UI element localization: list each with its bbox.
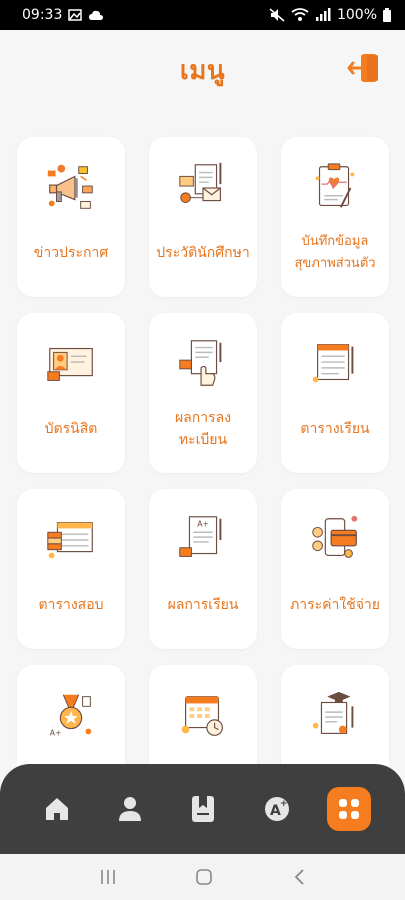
page-title: เมนู (179, 54, 226, 85)
menu-label-student-id: บัตรนิสิต (44, 421, 98, 437)
system-nav (0, 854, 405, 900)
menu-card-grade-result[interactable]: A+ ผลการเรียน (149, 489, 257, 649)
id-card-icon (47, 347, 93, 381)
menu-label-grade-result: ผลการเรียน (167, 597, 239, 613)
back-icon[interactable] (292, 868, 306, 886)
menu-card-payment[interactable]: ภาระค่าใช้จ่าย (281, 489, 389, 649)
mute-icon (269, 8, 285, 22)
menu-label-student-profile: ประวัตินักศึกษา (156, 245, 250, 261)
menu-label-payment: ภาระค่าใช้จ่าย (290, 597, 380, 613)
battery-percent: 100% (336, 7, 377, 23)
nav-menu[interactable] (327, 787, 372, 831)
status-time: 09:33 (22, 7, 63, 23)
megaphone-icon (47, 164, 93, 209)
menu-card-news[interactable]: ข่าวประกาศ (17, 137, 125, 297)
calendar-icon (181, 696, 223, 736)
payment-icon (312, 515, 358, 558)
menu-grid-icon (339, 799, 360, 819)
recent-apps-icon[interactable] (99, 869, 117, 885)
home-icon (45, 798, 68, 820)
grade-result-icon: A+ (179, 516, 222, 557)
student-profile-icon (179, 162, 222, 203)
nav-home[interactable] (34, 786, 80, 832)
svg-text:A+: A+ (50, 728, 62, 737)
graduation-certificate-icon (312, 691, 354, 734)
medal-award-icon: A+ (50, 694, 92, 737)
status-bar: 09:33 100% (0, 0, 405, 30)
menu-card-student-id[interactable]: บัตรนิสิต (17, 313, 125, 473)
menu-card-registration[interactable]: ผลการลง ทะเบียน (149, 313, 257, 473)
menu-card-class-schedule[interactable]: ตารางเรียน (281, 313, 389, 473)
header: เมนู (0, 30, 405, 110)
image-icon (68, 9, 83, 21)
nav-book[interactable] (180, 786, 226, 832)
signal-icon (315, 8, 331, 21)
health-clipboard-icon (315, 163, 355, 208)
registration-result-icon (179, 340, 222, 386)
svg-text:A+: A+ (197, 519, 209, 528)
profile-icon (119, 797, 142, 821)
status-right: 100% (269, 7, 391, 23)
grade-icon: A + (264, 797, 289, 821)
menu-card-health-record[interactable]: บันทึกข้อมูล สุขภาพส่วนตัว (281, 137, 389, 297)
menu-label-exam-schedule: ตารางสอบ (38, 597, 104, 613)
menu-label-health-record: บันทึกข้อมูล สุขภาพส่วนตัว (294, 234, 376, 271)
menu-label-news: ข่าวประกาศ (33, 245, 109, 261)
wifi-icon (291, 8, 309, 21)
menu-label-registration: ผลการลง ทะเบียน (174, 410, 232, 448)
bottom-nav: A + (0, 764, 405, 854)
class-schedule-icon (312, 344, 354, 383)
status-left: 09:33 (22, 7, 104, 23)
cloud-icon (89, 10, 104, 20)
nav-grade[interactable]: A + (254, 786, 300, 832)
home-button-icon[interactable] (195, 868, 213, 886)
logout-icon[interactable] (347, 52, 383, 84)
battery-icon (383, 8, 391, 22)
svg-text:+: + (280, 799, 288, 809)
nav-profile[interactable] (107, 786, 153, 832)
exam-schedule-icon (47, 522, 93, 559)
menu-card-student-profile[interactable]: ประวัตินักศึกษา (149, 137, 257, 297)
menu-label-class-schedule: ตารางเรียน (300, 421, 370, 437)
menu-card-exam-schedule[interactable]: ตารางสอบ (17, 489, 125, 649)
book-icon (192, 796, 215, 822)
